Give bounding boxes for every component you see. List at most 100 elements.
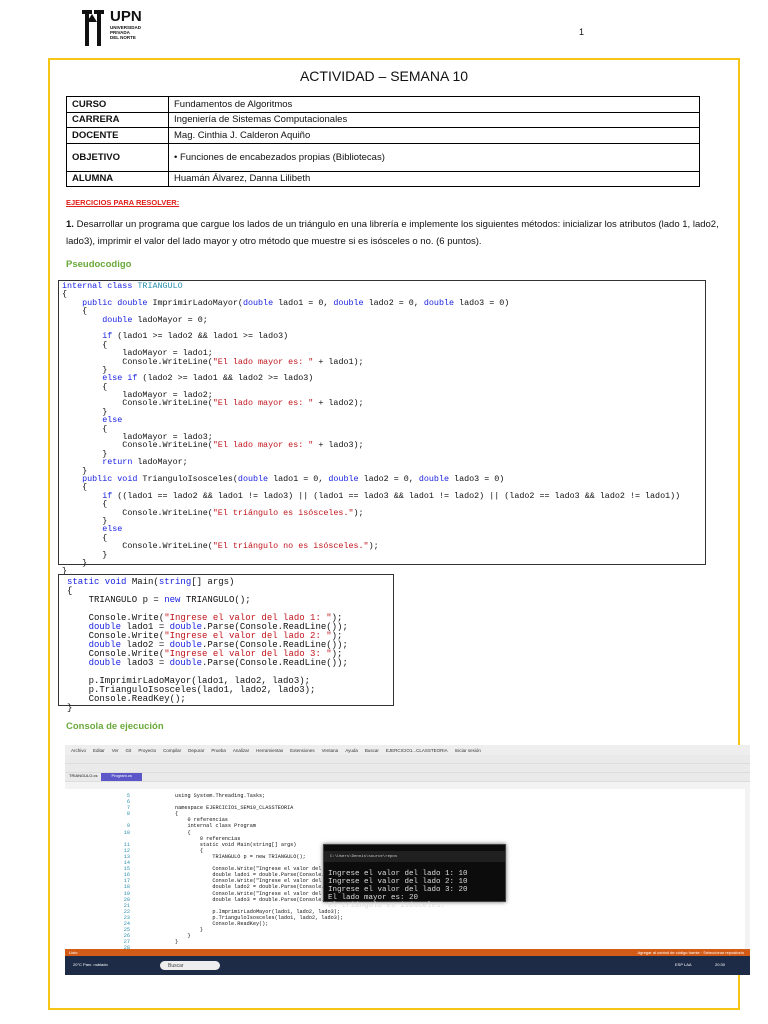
code-block-main: static void Main(string[] args){ TRIANGU… [58,574,394,713]
code-line: else [62,416,702,425]
info-table: CURSO Fundamentos de Algoritmos CARRERA Ing… [66,96,700,187]
code-token: static void [67,577,132,587]
status-right: Agregar al control de código fuente · Se… [637,950,744,955]
code-line: } [62,559,702,568]
exercises-heading: EJERCICIOS PARA RESOLVER: [66,198,180,207]
code-line: Console.WriteLine("El lado mayor es: " +… [62,440,702,451]
code-line: public double ImprimirLadoMayor(double l… [62,297,702,308]
code-line: else if (lado2 >= lado1 && lado2 >= lado… [62,373,702,384]
info-row: CARRERA Ingeniería de Sistemas Computacio… [66,111,700,128]
info-row: OBJETIVO • Funciones de encabezados propi… [66,142,700,172]
page-title: ACTIVIDAD – SEMANA 10 [299,68,469,84]
console-output: Ingrese el valor del lado 1: 10 Ingrese … [328,870,468,911]
taskbar: 20°C Parc. nublado Buscar ESP LAA 20:30 [65,956,750,975]
code-token: ladoMayor = 0; [132,314,208,325]
console-title: C:\Users\Dennis\source\repos [324,851,505,863]
menu-item: Git [125,747,132,753]
exercise-1: 1. Desarrollar un programa que cargue lo… [66,216,736,250]
code-token: double [67,658,122,668]
info-key: ALUMNA [66,170,169,187]
code-editor: 5 6 7 8 9 10 11 12 13 14 15 16 17 18 19 … [65,789,745,951]
console-heading: Consola de ejecución [66,721,164,732]
menu-item: Ventana [321,747,339,753]
code-line: double lado3 = double.Parse(Console.Read… [67,659,385,668]
code-token: } [67,703,73,713]
menu-item: Editar [93,747,105,753]
info-value: • Funciones de encabezados propias (Bibl… [168,142,700,172]
code-token: double [333,297,364,308]
menu-item: Ver [111,747,119,753]
code-token: ((lado1 == lado2 && lado1 != lado3) || (… [112,490,681,501]
code-token: lado3 = 0) [449,473,505,484]
info-row: ALUMNA Huamán Álvarez, Danna Lilibeth [66,170,700,187]
info-key: DOCENTE [66,127,169,144]
info-value: Huamán Álvarez, Danna Lilibeth [168,170,700,187]
page-number: 1 [579,27,585,37]
info-value: Ingeniería de Sistemas Computacionales [168,111,700,128]
code-token: ladoMayor; [132,457,188,468]
code-token: string [158,577,192,587]
code-line: Console.WriteLine("El lado mayor es: " +… [62,356,702,367]
code-token: lado2 = 0, [358,473,419,484]
weather: 20°C Parc. nublado [73,962,108,967]
menu-item: EJERCICIO1...CLASSTEORIA [385,747,448,753]
code-token: double [237,473,269,484]
code-token: lado1 = 0, [268,473,329,484]
tab-program: Program.cs [101,773,142,781]
info-row: CURSO Fundamentos de Algoritmos [66,96,700,113]
code-line: return ladoMayor; [62,457,702,468]
clock: 20:30 [715,962,726,967]
code-line: if (lado1 >= lado2 && lado1 >= lado3) [62,332,702,341]
menu-item: Analizar [232,747,250,753]
line-numbers: 5 6 7 8 9 10 11 12 13 14 15 16 17 18 19 … [123,793,130,951]
code-token: ); [353,507,364,518]
code-token: + lado3); [313,440,364,451]
code-line: } [62,408,702,417]
code-line: Console.WriteLine("El triángulo es isósc… [62,507,702,518]
code-line: if ((lado1 == lado2 && lado1 != lado3) |… [62,490,702,501]
code-token: + lado2); [313,398,364,409]
pseudocode-heading: Pseudocodigo [66,259,132,270]
code-line: TRIANGULO p = new TRIANGULO(); [67,596,385,605]
code-line: internal class TRIANGULO [62,281,702,291]
status-left: Listo [69,950,78,955]
code-line: double ladoMayor = 0; [62,314,702,325]
exercise-number: 1. [66,219,74,230]
code-token: lado2 = 0, [363,297,424,308]
code-token: lado3 = [121,658,170,668]
code-token: + lado1); [313,356,364,367]
ide-screenshot: Archivo Editar Ver Git Proyecto Compilar Depur… [65,745,750,975]
code-line: Console.WriteLine("El triángulo no es is… [62,541,702,552]
code-token: .Parse(Console.ReadLine()); [202,658,348,668]
menu-item: Archivo [71,747,87,753]
code-token: Console.ReadKey(); [67,694,186,704]
code-token: double [169,658,203,668]
menu-item: Proyecto [138,747,157,753]
code-token: double [62,314,133,325]
info-key: OBJETIVO [66,142,169,172]
ide-toolbar [65,764,750,773]
code-line: else [62,525,702,534]
upn-logo: UPN UNIVERSIDAD PRIVADA DEL NORTE [80,8,170,48]
code-token: "El triángulo no es isósceles." [212,541,369,552]
code-token: lado1 = 0, [273,297,334,308]
code-token: [] args) [191,577,235,587]
code-token: "El lado mayor es: " [212,440,314,451]
info-key: CURSO [66,96,169,113]
code-line: Console.WriteLine("El lado mayor es: " +… [62,398,702,409]
code-token: internal class [62,281,138,291]
logo-sub: DEL NORTE [110,35,136,40]
status-bar: Listo Agregar al control de código fuente… [65,949,750,956]
code-token: (lado2 >= lado1 && lado2 >= lado3) [137,373,314,384]
info-value: Fundamentos de Algoritmos [168,96,700,113]
tab-triangulo: TRIANGULO.cs [69,773,98,778]
code-token: TRIANGULO p = [67,595,165,605]
menu-item: Compilar [163,747,182,753]
code-block-triangulo: internal class TRIANGULO{ public double … [58,280,706,575]
menu-item: Extensiones [290,747,315,753]
code-line: } [67,704,385,713]
taskbar-search: Buscar [160,961,220,970]
menu-item: Iniciar sesión [454,747,481,753]
exercise-text: Desarrollar un programa que cargue los l… [66,219,719,247]
info-key: CARRERA [66,111,169,128]
